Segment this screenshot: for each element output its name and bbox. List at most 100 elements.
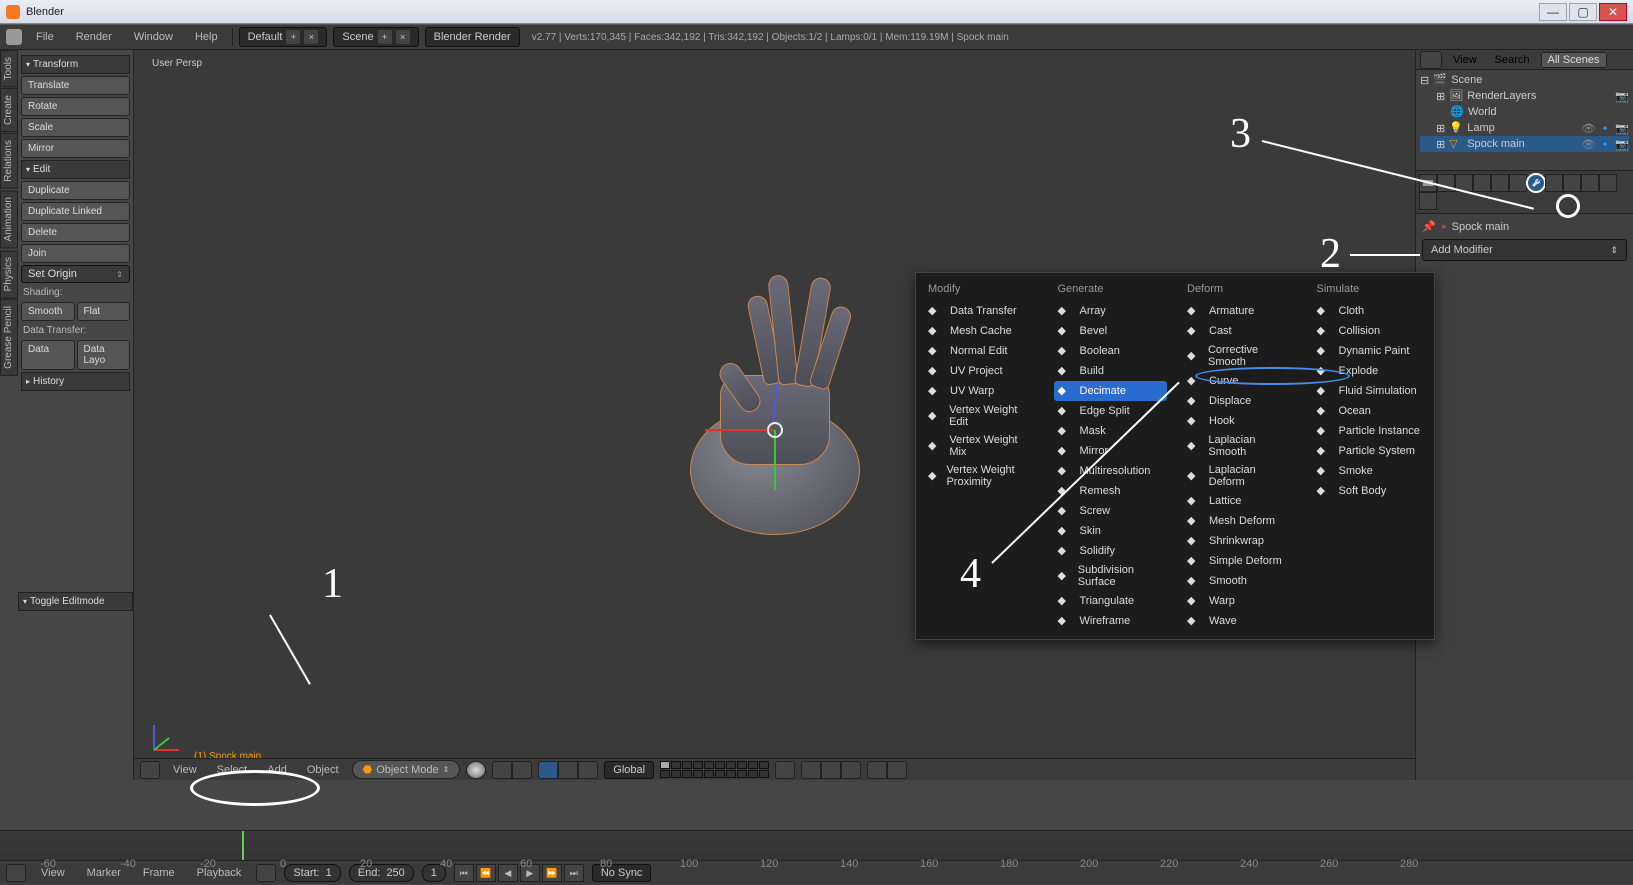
manipulator-center[interactable] [767,422,783,438]
add-modifier-dropdown[interactable]: Add Modifier [1422,239,1627,261]
maximize-button[interactable]: ▢ [1569,3,1597,21]
modifier-item-dynamic-paint[interactable]: ◆Dynamic Paint [1313,341,1427,361]
view-menu[interactable]: View [166,762,204,778]
modifier-item-array[interactable]: ◆Array [1054,301,1168,321]
modifier-item-collision[interactable]: ◆Collision [1313,321,1427,341]
object-menu[interactable]: Object [300,762,346,778]
timeline-ruler[interactable]: -60-40-200204060801001201401601802002202… [0,831,1633,861]
modifier-item-mesh-cache[interactable]: ◆Mesh Cache [924,321,1038,341]
modifier-item-curve[interactable]: ◆Curve [1183,371,1297,391]
modifier-item-mirror[interactable]: ◆Mirror [1054,441,1168,461]
auto-keyframe-icon[interactable] [256,864,276,882]
mirror-button[interactable]: Mirror [21,139,130,158]
modifier-item-particle-system[interactable]: ◆Particle System [1313,441,1427,461]
history-header[interactable]: History [21,372,130,391]
data-button[interactable]: Data [21,340,75,370]
modifier-item-wireframe[interactable]: ◆Wireframe [1054,611,1168,631]
jump-end-icon[interactable]: ⏭ [564,864,584,882]
object-name[interactable]: Spock main [1452,221,1509,233]
mesh-object-hand[interactable] [665,235,885,535]
tab-constraints-icon[interactable] [1509,174,1527,192]
render-anim-icon[interactable] [887,761,907,779]
modifier-item-shrinkwrap[interactable]: ◆Shrinkwrap [1183,531,1297,551]
modifier-item-triangulate[interactable]: ◆Triangulate [1054,591,1168,611]
screen-layout-selector[interactable]: Default + × [239,27,328,47]
modifier-item-corrective-smooth[interactable]: ◆Corrective Smooth [1183,341,1297,371]
manipulator-z-axis[interactable] [774,430,776,490]
modifier-item-mesh-deform[interactable]: ◆Mesh Deform [1183,511,1297,531]
modifier-item-build[interactable]: ◆Build [1054,361,1168,381]
layout-delete-icon[interactable]: × [304,30,318,44]
transform-header[interactable]: Transform [21,55,130,74]
shade-flat-button[interactable]: Flat [77,302,131,321]
modifier-item-particle-instance[interactable]: ◆Particle Instance [1313,421,1427,441]
modifier-item-vertex-weight-mix[interactable]: ◆Vertex Weight Mix [924,431,1038,461]
manip-translate-icon[interactable] [538,761,558,779]
modifier-item-hook[interactable]: ◆Hook [1183,411,1297,431]
select-menu[interactable]: Select [210,762,255,778]
tab-animation[interactable]: Animation [0,190,18,248]
modifier-item-laplacian-deform[interactable]: ◆Laplacian Deform [1183,461,1297,491]
tab-world-icon[interactable] [1473,174,1491,192]
scale-button[interactable]: Scale [21,118,130,137]
modifier-item-cloth[interactable]: ◆Cloth [1313,301,1427,321]
tab-physics[interactable]: Physics [0,250,18,298]
start-frame-field[interactable]: Start:1 [284,864,340,882]
modifier-item-subdivision-surface[interactable]: ◆Subdivision Surface [1054,561,1168,591]
lock-camera-icon[interactable] [775,761,795,779]
modifier-item-normal-edit[interactable]: ◆Normal Edit [924,341,1038,361]
duplicate-linked-button[interactable]: Duplicate Linked [21,202,130,221]
all-scenes-toggle[interactable]: All Scenes [1541,52,1607,68]
timeline-frame-menu[interactable]: Frame [136,865,182,881]
modifier-item-boolean[interactable]: ◆Boolean [1054,341,1168,361]
menu-file[interactable]: File [28,29,62,45]
rotate-button[interactable]: Rotate [21,97,130,116]
modifier-item-smooth[interactable]: ◆Smooth [1183,571,1297,591]
tab-object-icon[interactable] [1491,174,1509,192]
outliner-view-menu[interactable]: View [1446,52,1484,68]
menu-render[interactable]: Render [68,29,120,45]
tab-physics-icon[interactable] [1419,192,1437,210]
manip-scale-icon[interactable] [578,761,598,779]
manip-rotate-icon[interactable] [558,761,578,779]
orientation-select[interactable]: Global [604,761,654,779]
scene-add-icon[interactable]: + [378,30,392,44]
timeline-playback-menu[interactable]: Playback [190,865,249,881]
modifier-item-soft-body[interactable]: ◆Soft Body [1313,481,1427,501]
tab-relations[interactable]: Relations [0,133,18,189]
modifier-item-uv-warp[interactable]: ◆UV Warp [924,381,1038,401]
tree-scene[interactable]: ⊟ 🎬Scene [1420,72,1629,88]
close-button[interactable]: ✕ [1599,3,1627,21]
tree-world[interactable]: 🌐World [1420,104,1629,120]
modifier-item-fluid-simulation[interactable]: ◆Fluid Simulation [1313,381,1427,401]
end-frame-field[interactable]: End:250 [349,864,414,882]
delete-button[interactable]: Delete [21,223,130,242]
modifier-item-wave[interactable]: ◆Wave [1183,611,1297,631]
snap-icon[interactable] [801,761,821,779]
manipulator-x-axis[interactable] [705,429,775,431]
modifier-item-vertex-weight-proximity[interactable]: ◆Vertex Weight Proximity [924,461,1038,491]
modifier-item-laplacian-smooth[interactable]: ◆Laplacian Smooth [1183,431,1297,461]
render-image-icon[interactable] [867,761,887,779]
tab-material-icon[interactable] [1563,174,1581,192]
scene-selector[interactable]: Scene + × [333,27,418,47]
add-menu[interactable]: Add [260,762,294,778]
tab-data-icon[interactable] [1545,174,1563,192]
playhead[interactable] [242,831,244,860]
modifier-item-explode[interactable]: ◆Explode [1313,361,1427,381]
pivot-toggle[interactable] [512,761,532,779]
modifier-item-multiresolution[interactable]: ◆Multiresolution [1054,461,1168,481]
jump-start-icon[interactable]: ⏮ [454,864,474,882]
tab-modifiers-wrench-icon[interactable] [1527,174,1545,192]
editor-type-icon[interactable] [6,29,22,45]
outliner-search-menu[interactable]: Search [1488,52,1537,68]
snap-target-icon[interactable] [821,761,841,779]
modifier-item-displace[interactable]: ◆Displace [1183,391,1297,411]
modifier-item-mask[interactable]: ◆Mask [1054,421,1168,441]
translate-button[interactable]: Translate [21,76,130,95]
set-origin-select[interactable]: Set Origin [21,265,130,283]
shading-sphere-icon[interactable] [466,761,486,779]
tab-tools[interactable]: Tools [0,50,18,87]
editor-type-icon[interactable] [1420,51,1442,69]
shade-smooth-button[interactable]: Smooth [21,302,75,321]
